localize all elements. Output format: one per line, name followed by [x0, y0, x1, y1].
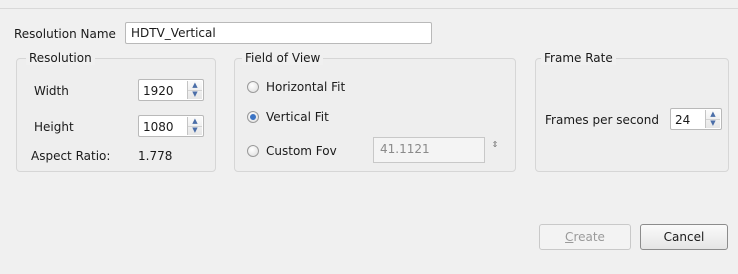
spin-down-icon[interactable]: ▼	[706, 119, 720, 128]
height-spin-buttons[interactable]: ▲ ▼	[187, 117, 202, 135]
resolution-name-label: Resolution Name	[14, 27, 116, 41]
fps-spin-buttons[interactable]: ▲ ▼	[705, 110, 720, 128]
aspect-ratio-value: 1.778	[138, 149, 173, 163]
custom-fov-label[interactable]: Custom Fov	[266, 144, 337, 158]
top-divider	[0, 8, 738, 9]
horizontal-fit-label[interactable]: Horizontal Fit	[266, 80, 345, 94]
height-label: Height	[34, 120, 74, 134]
width-spinbox[interactable]: 1920 ▲ ▼	[138, 79, 204, 101]
width-spin-buttons[interactable]: ▲ ▼	[187, 81, 202, 99]
custom-fov-radio[interactable]	[247, 145, 259, 157]
width-label: Width	[34, 84, 69, 98]
horizontal-fit-radio[interactable]	[247, 81, 259, 93]
height-spinbox[interactable]: 1080 ▲ ▼	[138, 115, 204, 137]
create-button[interactable]: Create	[539, 224, 631, 250]
custom-fov-stepper-icon[interactable]: ⇕	[490, 141, 500, 149]
spin-down-icon[interactable]: ▼	[188, 126, 202, 135]
frame-rate-group-title: Frame Rate	[541, 51, 616, 65]
field-of-view-group-title: Field of View	[242, 51, 324, 65]
vertical-fit-radio[interactable]	[247, 111, 259, 123]
create-button-label: Create	[565, 230, 605, 244]
cancel-button[interactable]: Cancel	[640, 224, 728, 250]
vertical-fit-label[interactable]: Vertical Fit	[266, 110, 329, 124]
frames-per-second-label: Frames per second	[545, 113, 659, 127]
fps-value: 24	[675, 113, 691, 127]
fps-spinbox[interactable]: 24 ▲ ▼	[670, 108, 722, 130]
width-value: 1920	[143, 84, 174, 98]
spin-down-icon[interactable]: ▼	[188, 90, 202, 99]
resolution-name-input[interactable]: HDTV_Vertical	[125, 22, 432, 44]
resolution-group-title: Resolution	[26, 51, 95, 65]
cancel-button-label: Cancel	[663, 230, 705, 244]
custom-fov-input[interactable]: 41.1121	[373, 137, 485, 163]
aspect-ratio-label: Aspect Ratio:	[31, 149, 111, 163]
height-value: 1080	[143, 120, 174, 134]
